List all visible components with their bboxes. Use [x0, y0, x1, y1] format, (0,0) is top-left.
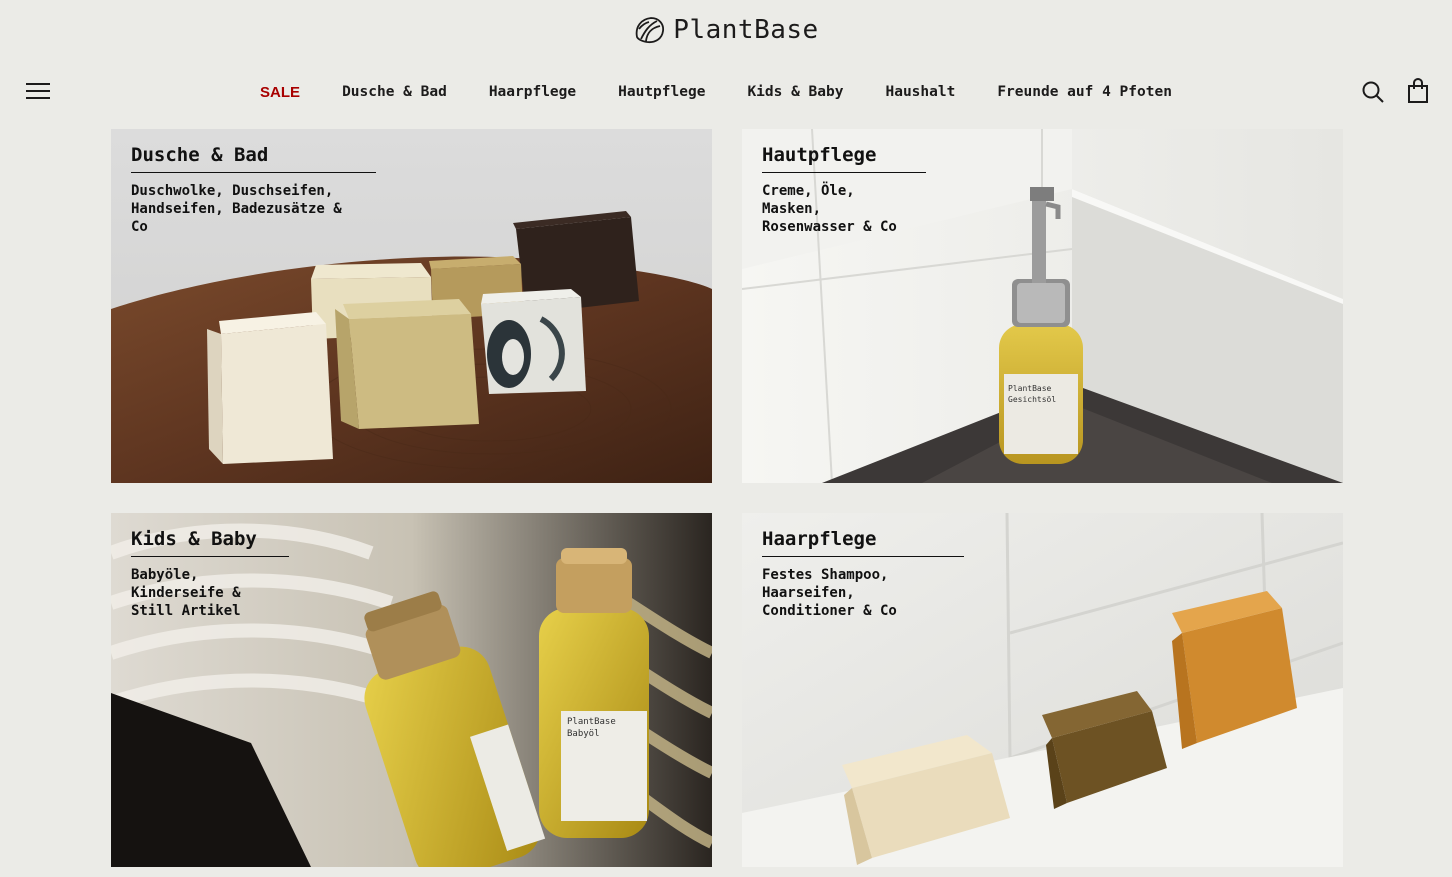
category-card-hautpflege[interactable]: PlantBase Gesichtsöl Hautpflege Creme, Ö…: [742, 129, 1343, 483]
nav-item-kids-baby[interactable]: Kids & Baby: [747, 84, 843, 100]
nav-item-haushalt[interactable]: Haushalt: [885, 84, 955, 100]
shopping-bag-icon[interactable]: [1407, 77, 1429, 104]
card-description: Babyöle, Kinderseife & Still Artikel: [131, 567, 241, 619]
card-title: Hautpflege: [762, 144, 927, 173]
leaf-logo-icon: [636, 17, 665, 44]
card-text: Haarpflege Festes Shampoo, Haarseifen, C…: [762, 528, 965, 620]
card-description: Festes Shampoo, Haarseifen, Conditioner …: [762, 567, 897, 619]
bottle-brand: PlantBase: [567, 717, 616, 727]
nav-item-haarpflege[interactable]: Haarpflege: [489, 84, 576, 100]
nav-item-freunde-auf-4-pfoten[interactable]: Freunde auf 4 Pfoten: [997, 84, 1172, 100]
card-title: Kids & Baby: [131, 528, 289, 557]
card-text: Kids & Baby Babyöle, Kinderseife & Still…: [131, 528, 289, 620]
nav-item-dusche-bad[interactable]: Dusche & Bad: [342, 84, 447, 100]
nav-item-hautpflege[interactable]: Hautpflege: [618, 84, 705, 100]
brand-logo[interactable]: PlantBase: [0, 12, 1452, 48]
category-card-dusche-bad[interactable]: Dusche & Bad Duschwolke, Duschseifen, Ha…: [111, 129, 712, 483]
search-icon[interactable]: [1361, 80, 1385, 104]
category-card-haarpflege[interactable]: Haarpflege Festes Shampoo, Haarseifen, C…: [742, 513, 1343, 867]
card-description: Creme, Öle, Masken, Rosenwasser & Co: [762, 183, 897, 235]
card-description: Duschwolke, Duschseifen, Handseifen, Bad…: [131, 183, 342, 235]
bottle-product-name: Babyöl: [567, 729, 600, 739]
bottle-brand: PlantBase: [1008, 384, 1052, 393]
main-navigation: SALE Dusche & Bad Haarpflege Hautpflege …: [0, 80, 1452, 104]
card-text: Hautpflege Creme, Öle, Masken, Rosenwass…: [762, 144, 927, 236]
card-title: Haarpflege: [762, 528, 965, 557]
brand-name: PlantBase: [673, 15, 819, 45]
category-card-kids-baby[interactable]: PlantBase Babyöl Kids & Baby Babyöle, Ki…: [111, 513, 712, 867]
card-text: Dusche & Bad Duschwolke, Duschseifen, Ha…: [131, 144, 377, 236]
nav-item-sale[interactable]: SALE: [260, 84, 300, 101]
card-title: Dusche & Bad: [131, 144, 377, 173]
bottle-product-name: Gesichtsöl: [1008, 395, 1056, 404]
